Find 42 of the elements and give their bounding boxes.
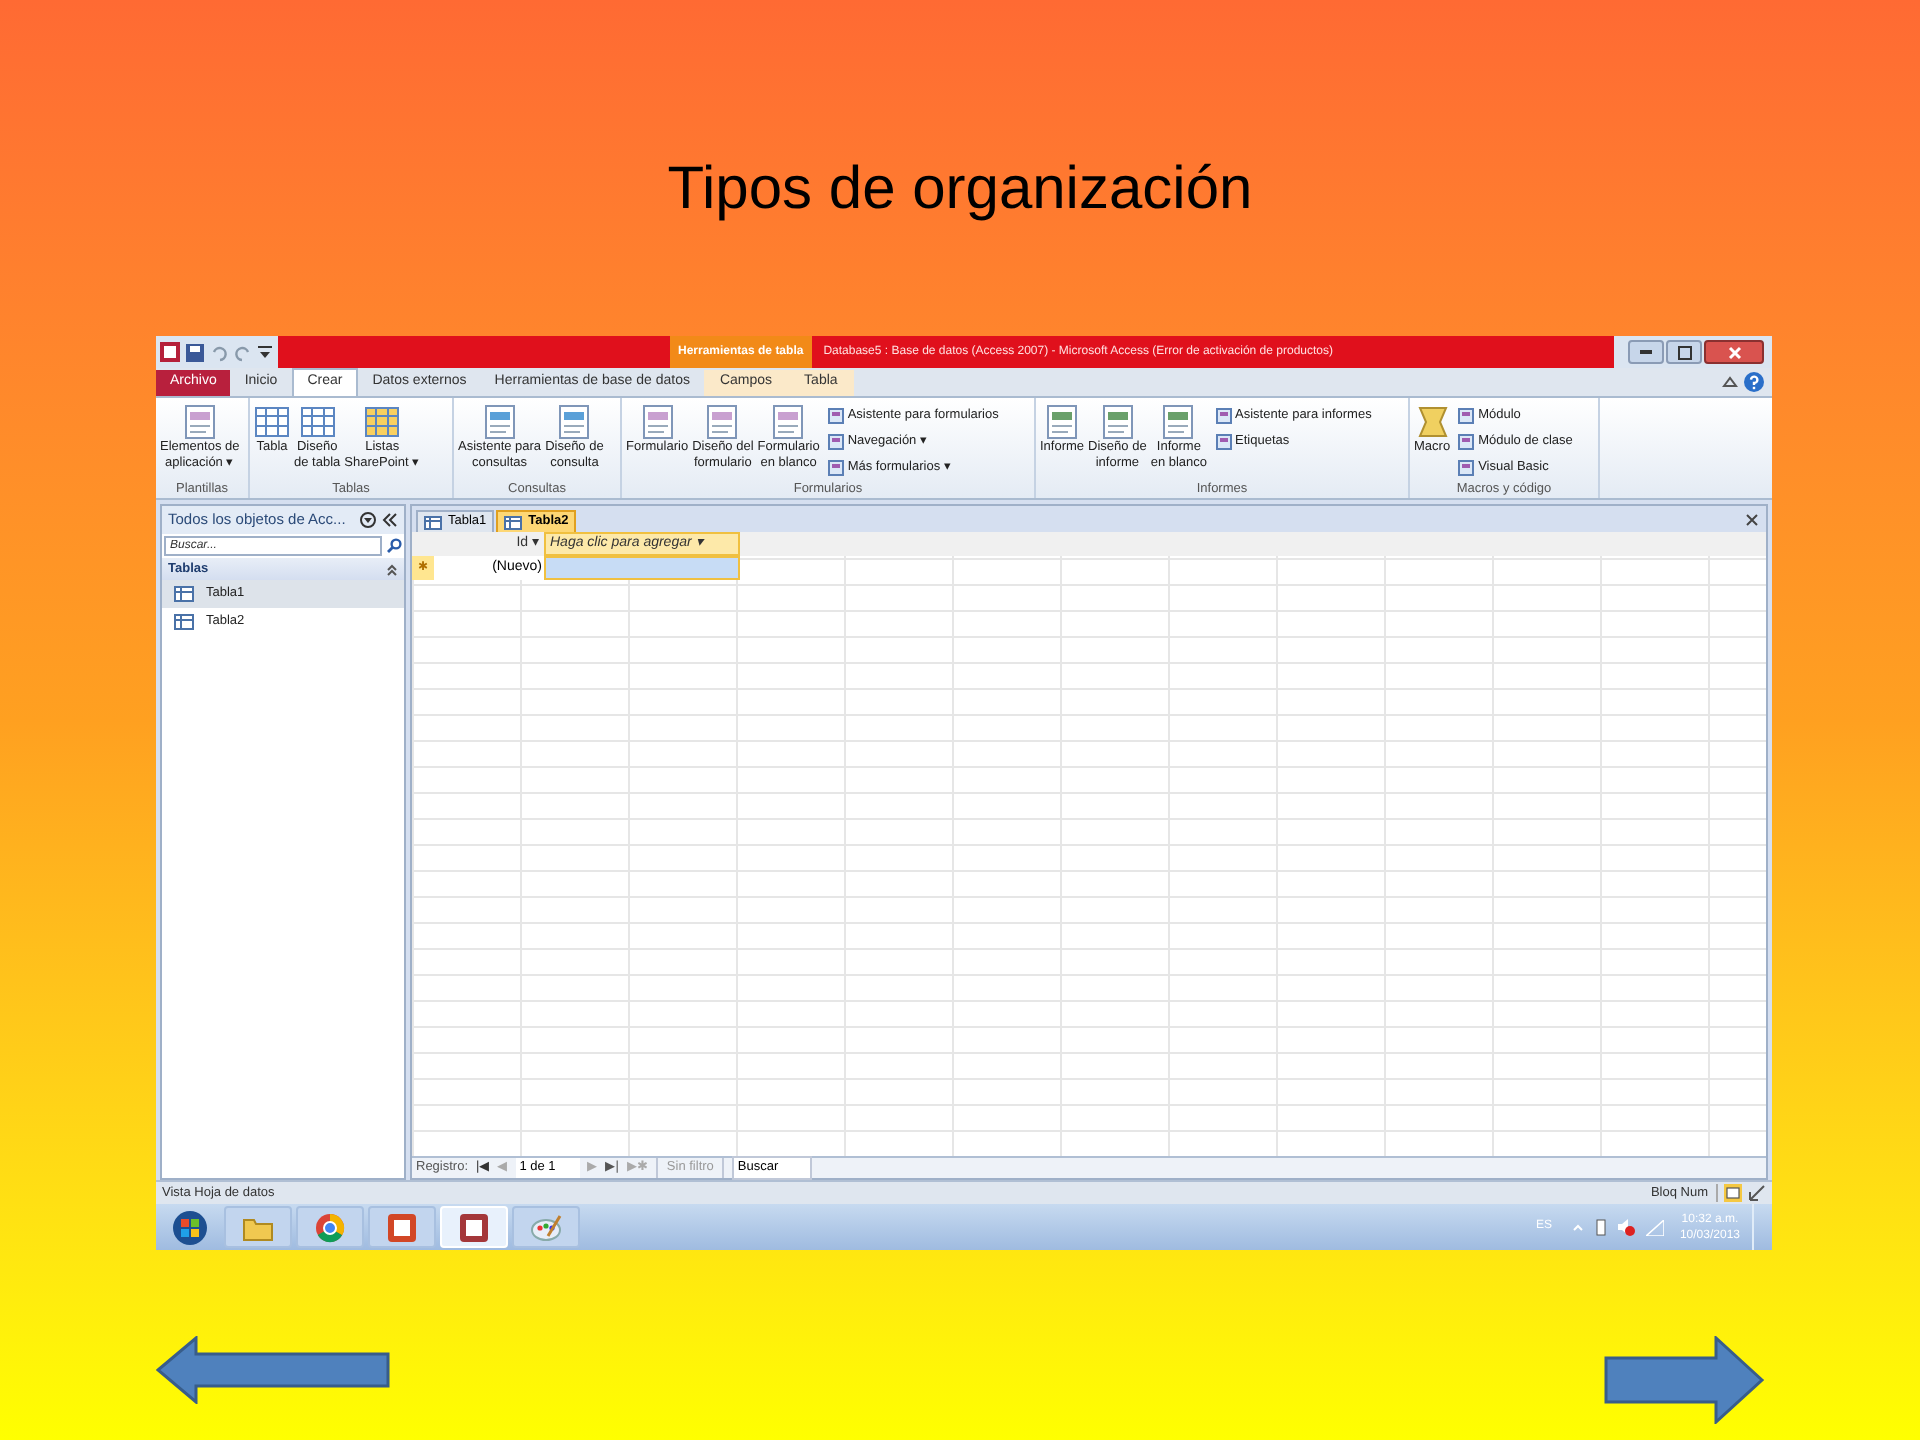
restore-icon [1677,345,1691,359]
document-icon [827,408,844,424]
table-icon [174,586,194,602]
document-icon [1215,434,1232,450]
taskbar-button[interactable] [368,1206,436,1248]
forward-arrow-icon[interactable] [1604,1336,1764,1424]
list-icon [364,404,401,440]
collapse-pane-icon[interactable] [382,512,398,528]
browser-icon [312,1209,348,1245]
taskbar-button[interactable] [512,1206,580,1248]
document-icon [827,434,844,450]
minimize-button[interactable] [1628,340,1664,364]
design-view-icon[interactable] [1748,1184,1766,1202]
slide-title: Tipos de organización [667,154,1253,226]
windows-orb-icon [172,1209,208,1245]
close-document-icon[interactable] [1746,514,1758,526]
search-icon[interactable] [386,538,402,554]
document-icon [827,460,844,476]
taskbar-button[interactable] [296,1206,364,1248]
close-icon [1727,345,1741,359]
table-icon [504,515,523,529]
document-icon [1215,408,1232,424]
table-icon [424,515,442,529]
datasheet-view-icon[interactable] [1724,1184,1742,1202]
help-icon[interactable] [1744,372,1764,392]
minimize-icon [1640,350,1652,354]
battery-icon[interactable] [1595,1218,1606,1236]
document-icon [1458,460,1475,476]
table-icon [174,614,194,630]
restore-button[interactable] [1666,340,1702,364]
close-button[interactable] [1704,340,1764,364]
speaker-muted-icon[interactable] [1615,1218,1636,1236]
customize-icon[interactable] [258,343,272,361]
back-arrow-icon[interactable] [156,1336,392,1404]
table-icon [254,404,290,440]
collapse-ribbon-icon[interactable] [1722,374,1738,390]
document-icon [1458,408,1475,424]
collapse-group-icon [386,563,398,575]
document-icon [1458,434,1475,450]
save-icon[interactable] [186,343,204,361]
input-field[interactable] [544,556,740,580]
dropdown-icon[interactable] [360,512,376,528]
